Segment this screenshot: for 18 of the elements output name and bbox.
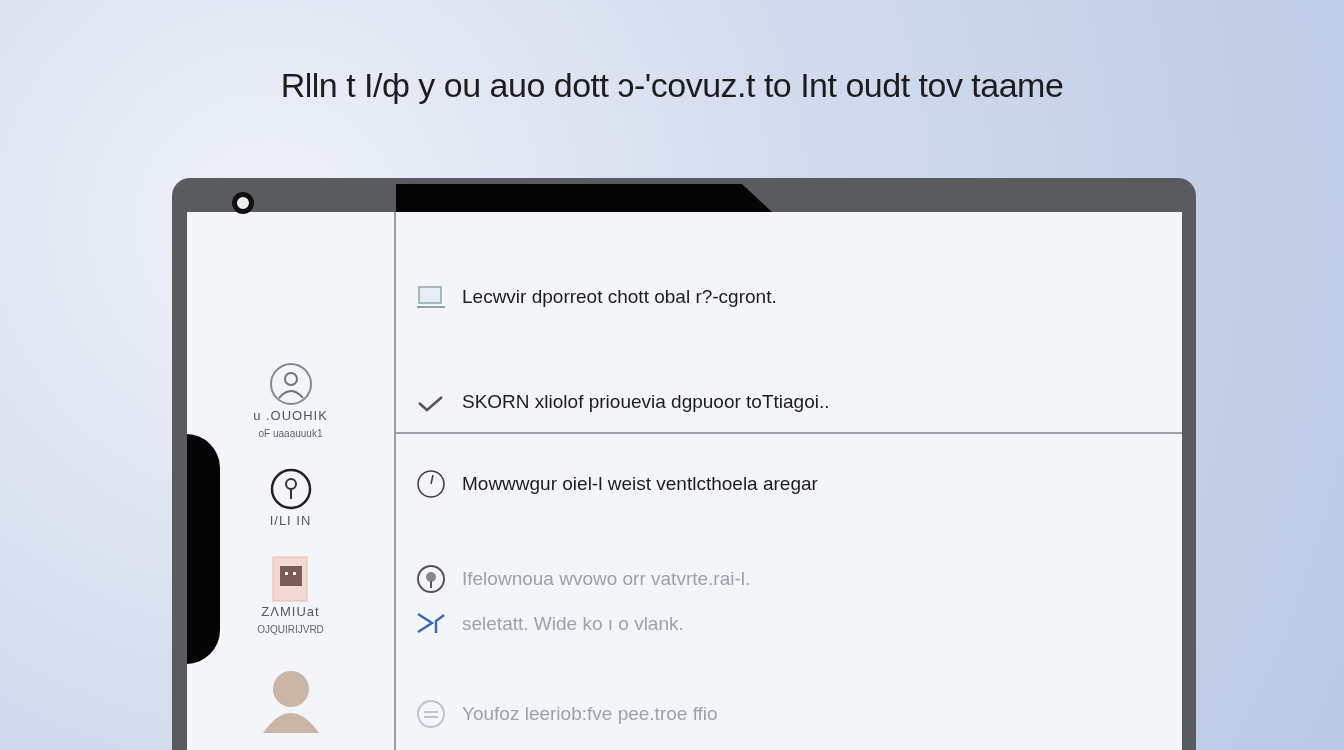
user-icon [268, 362, 313, 406]
headline: Rlln t I/ф y ou auo dott ɔ-'covuz.t to Int oudt tov taame [279, 65, 1065, 106]
sidebar-label: I/LI IN [269, 511, 312, 530]
sidebar-sublabel: OJQUIRIJVRD [257, 622, 324, 637]
list-item-text: SKORN xliolof priouevia dgpuoor toTtiagoi.. [462, 389, 830, 414]
list-item-text: Lecwvir dporreot chott obal r?-cgront. [462, 284, 777, 309]
list-item-text: Youfoz leeriob:fve pee.troe ffio [462, 701, 718, 726]
circle-lines-icon [416, 699, 446, 729]
card-icon [272, 556, 309, 602]
list-item-text: Ifelownoua wvowo orr vatvrte.rai-l. [462, 566, 751, 591]
sidebar-sublabel: oF uaaauuuk1 [258, 426, 323, 441]
list-item-text: Mowwwgur oiel-l weist ventlcthoela aregar [462, 471, 818, 496]
pin-icon [416, 564, 446, 594]
sidebar-label: u .OUOHIK [253, 407, 328, 425]
clock-icon [416, 469, 446, 499]
pin-icon [268, 466, 313, 511]
sidebar-label: ZɅMIUat [261, 603, 320, 621]
list-item-text: seletatt. Wide ko ı o vlank. [462, 611, 684, 636]
